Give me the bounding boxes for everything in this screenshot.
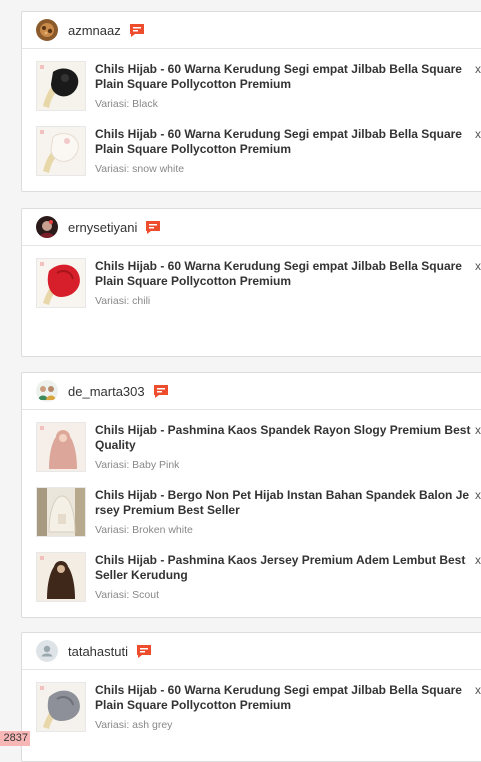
order-card: ernysetiyani Chils Hijab - 60 Warna Keru… (21, 208, 481, 357)
chat-icon[interactable] (136, 644, 152, 659)
remove-item-button[interactable]: x (475, 423, 481, 437)
product-image[interactable] (36, 552, 86, 602)
chat-icon[interactable] (129, 23, 145, 38)
product-variant: Variasi: Broken white (95, 524, 193, 536)
order-header: tatahastuti (22, 633, 481, 670)
order-card: tatahastuti Chils Hijab - 60 Warna Kerud… (21, 632, 481, 762)
product-title[interactable]: Chils Hijab - 60 Warna Kerudung Segi emp… (95, 683, 473, 713)
order-card: de_marta303 Chils Hijab - Pashmina Kaos … (21, 372, 481, 618)
product-image[interactable] (36, 487, 86, 537)
product-variant: Variasi: ash grey (95, 719, 173, 731)
product-title[interactable]: Chils Hijab - Pashmina Kaos Jersey Premi… (95, 553, 473, 583)
username[interactable]: de_marta303 (68, 384, 145, 399)
avatar-default-icon[interactable] (36, 640, 58, 662)
remove-item-button[interactable]: x (475, 683, 481, 697)
order-items: Chils Hijab - Pashmina Kaos Spandek Rayo… (22, 410, 481, 617)
chat-icon[interactable] (145, 220, 161, 235)
order-header: de_marta303 (22, 373, 481, 410)
list-item: Chils Hijab - Pashmina Kaos Spandek Rayo… (22, 422, 481, 487)
list-item: Chils Hijab - 60 Warna Kerudung Segi emp… (22, 61, 481, 126)
product-title[interactable]: Chils Hijab - 60 Warna Kerudung Segi emp… (95, 127, 473, 157)
remove-item-button[interactable]: x (475, 62, 481, 76)
avatar[interactable] (36, 380, 58, 402)
order-header: ernysetiyani (22, 209, 481, 246)
remove-item-button[interactable]: x (475, 488, 481, 502)
product-variant: Variasi: Scout (95, 589, 159, 601)
product-variant: Variasi: Black (95, 98, 158, 110)
remove-item-button[interactable]: x (475, 127, 481, 141)
username[interactable]: azmnaaz (68, 23, 121, 38)
order-list: azmnaaz Chils Hijab - 60 Warna Kerudung … (0, 0, 481, 762)
product-image[interactable] (36, 61, 86, 111)
username[interactable]: ernysetiyani (68, 220, 137, 235)
product-variant: Variasi: snow white (95, 163, 185, 175)
product-image[interactable] (36, 682, 86, 732)
list-item: Chils Hijab - 60 Warna Kerudung Segi emp… (22, 258, 481, 323)
avatar[interactable] (36, 216, 58, 238)
order-items: Chils Hijab - 60 Warna Kerudung Segi emp… (22, 49, 481, 191)
product-title[interactable]: Chils Hijab - Bergo Non Pet Hijab Instan… (95, 488, 473, 518)
remove-item-button[interactable]: x (475, 553, 481, 567)
product-title[interactable]: Chils Hijab - 60 Warna Kerudung Segi emp… (95, 62, 473, 92)
order-header: azmnaaz (22, 12, 481, 49)
order-items: Chils Hijab - 60 Warna Kerudung Segi emp… (22, 670, 481, 747)
product-title[interactable]: Chils Hijab - 60 Warna Kerudung Segi emp… (95, 259, 473, 289)
product-image[interactable] (36, 258, 86, 308)
order-card: azmnaaz Chils Hijab - 60 Warna Kerudung … (21, 11, 481, 192)
list-item: Chils Hijab - Bergo Non Pet Hijab Instan… (22, 487, 481, 552)
list-item: Chils Hijab - 60 Warna Kerudung Segi emp… (22, 682, 481, 747)
product-image[interactable] (36, 126, 86, 176)
list-item: Chils Hijab - Pashmina Kaos Jersey Premi… (22, 552, 481, 617)
avatar[interactable] (36, 19, 58, 41)
remove-item-button[interactable]: x (475, 259, 481, 273)
product-image[interactable] (36, 422, 86, 472)
chat-icon[interactable] (153, 384, 169, 399)
list-item: Chils Hijab - 60 Warna Kerudung Segi emp… (22, 126, 481, 191)
product-variant: Variasi: chili (95, 295, 151, 307)
username[interactable]: tatahastuti (68, 644, 128, 659)
product-variant: Variasi: Baby Pink (95, 459, 180, 471)
page-badge: 2837 (0, 731, 30, 746)
order-items: Chils Hijab - 60 Warna Kerudung Segi emp… (22, 246, 481, 323)
product-title[interactable]: Chils Hijab - Pashmina Kaos Spandek Rayo… (95, 423, 473, 453)
